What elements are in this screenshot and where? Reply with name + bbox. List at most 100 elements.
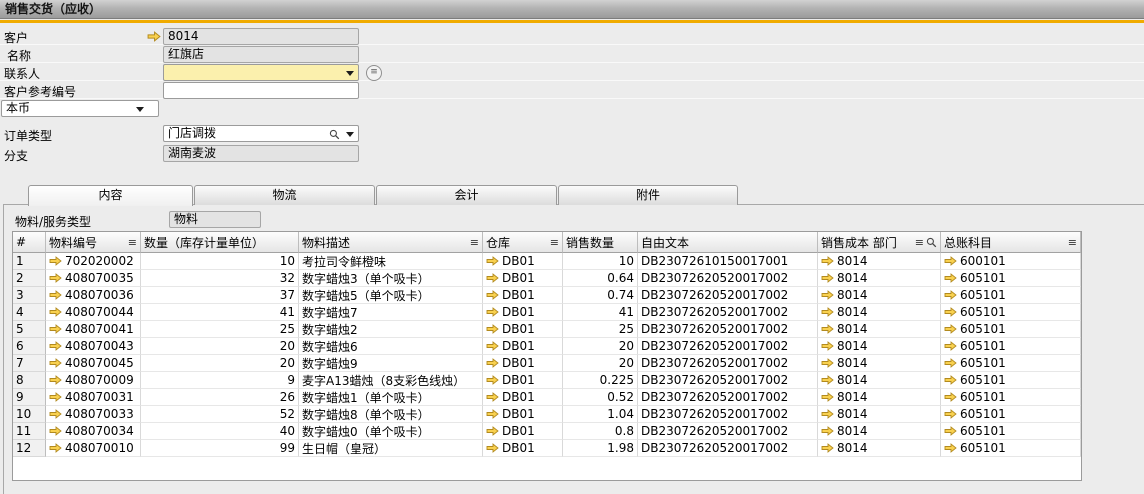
link-arrow-icon[interactable] [821,409,834,419]
name-field[interactable]: 红旗店 [163,46,359,63]
link-arrow-icon[interactable] [944,307,957,317]
order-type-field[interactable]: 门店调拨 [163,125,359,142]
cell-quantity[interactable]: 41 [141,304,299,321]
link-arrow-icon[interactable] [49,375,62,385]
cell-quantity[interactable]: 52 [141,406,299,423]
cell-item_no[interactable]: 408070010 [46,440,141,457]
link-arrow-icon[interactable] [821,307,834,317]
cell-warehouse[interactable]: DB01 [483,372,563,389]
cell-num[interactable]: 6 [13,338,46,355]
link-arrow-icon[interactable] [821,358,834,368]
currency-dropdown[interactable]: 本币 [1,100,159,117]
cell-num[interactable]: 7 [13,355,46,372]
link-arrow-icon[interactable] [486,443,499,453]
cell-item_no[interactable]: 408070045 [46,355,141,372]
link-arrow-icon[interactable] [49,341,62,351]
cell-warehouse[interactable]: DB01 [483,423,563,440]
column-header-free_text[interactable]: 自由文本 [638,232,818,253]
column-header-gl_account[interactable]: 总账科目≡ [941,232,1081,253]
link-arrow-icon[interactable] [944,409,957,419]
column-filter-icon[interactable]: ≡ [128,236,137,249]
cell-sales_qty[interactable]: 0.8 [563,423,638,440]
cell-quantity[interactable]: 26 [141,389,299,406]
link-arrow-icon[interactable] [49,392,62,402]
customer-field[interactable]: 8014 [163,28,359,45]
link-arrow-icon[interactable] [821,426,834,436]
cell-warehouse[interactable]: DB01 [483,253,563,270]
cell-item_no[interactable]: 408070044 [46,304,141,321]
cell-gl_account[interactable]: 600101 [941,253,1081,270]
cell-quantity[interactable]: 20 [141,338,299,355]
column-filter-icon[interactable]: ≡ [915,236,924,249]
link-arrow-icon[interactable] [486,426,499,436]
cell-gl_account[interactable]: 605101 [941,338,1081,355]
link-arrow-icon[interactable] [944,290,957,300]
link-arrow-icon[interactable] [49,307,62,317]
cell-department[interactable]: 8014 [818,355,941,372]
cell-gl_account[interactable]: 605101 [941,440,1081,457]
link-arrow-icon[interactable] [486,256,499,266]
cell-num[interactable]: 4 [13,304,46,321]
chevron-down-icon[interactable] [346,132,354,137]
cell-num[interactable]: 12 [13,440,46,457]
link-arrow-icon[interactable] [49,409,62,419]
cell-description[interactable]: 数字蜡烛1（单个吸卡） [299,389,483,406]
link-arrow-icon[interactable] [49,324,62,334]
cell-gl_account[interactable]: 605101 [941,321,1081,338]
customer-ref-input[interactable] [163,82,359,99]
cell-department[interactable]: 8014 [818,270,941,287]
link-arrow-icon[interactable] [49,290,62,300]
link-arrow-icon[interactable] [944,443,957,453]
link-arrow-icon[interactable] [486,375,499,385]
cell-num[interactable]: 2 [13,270,46,287]
cell-department[interactable]: 8014 [818,372,941,389]
cell-sales_qty[interactable]: 41 [563,304,638,321]
branch-field[interactable]: 湖南麦波 [163,145,359,162]
cell-sales_qty[interactable]: 0.225 [563,372,638,389]
cell-item_no[interactable]: 408070009 [46,372,141,389]
cell-description[interactable]: 数字蜡烛3（单个吸卡） [299,270,483,287]
chevron-down-icon[interactable] [136,107,144,112]
cell-department[interactable]: 8014 [818,321,941,338]
cell-warehouse[interactable]: DB01 [483,304,563,321]
cell-quantity[interactable]: 99 [141,440,299,457]
cell-free_text[interactable]: DB23072620520017002 [638,423,818,440]
cell-item_no[interactable]: 408070043 [46,338,141,355]
cell-num[interactable]: 11 [13,423,46,440]
contact-dropdown[interactable] [163,64,359,81]
link-arrow-icon[interactable] [944,375,957,385]
search-icon[interactable] [926,237,937,248]
cell-department[interactable]: 8014 [818,253,941,270]
cell-item_no[interactable]: 408070036 [46,287,141,304]
cell-sales_qty[interactable]: 20 [563,338,638,355]
cell-description[interactable]: 麦字A13蜡烛（8支彩色线烛） [299,372,483,389]
cell-free_text[interactable]: DB23072620520017002 [638,304,818,321]
link-arrow-icon[interactable] [944,273,957,283]
cell-warehouse[interactable]: DB01 [483,389,563,406]
cell-gl_account[interactable]: 605101 [941,389,1081,406]
link-arrow-icon[interactable] [944,256,957,266]
column-filter-icon[interactable]: ≡ [1068,236,1077,249]
cell-sales_qty[interactable]: 1.04 [563,406,638,423]
cell-description[interactable]: 数字蜡烛5（单个吸卡） [299,287,483,304]
cell-item_no[interactable]: 408070034 [46,423,141,440]
cell-description[interactable]: 数字蜡烛7 [299,304,483,321]
item-service-type-field[interactable]: 物料 [169,211,261,228]
cell-free_text[interactable]: DB23072620520017002 [638,389,818,406]
cell-free_text[interactable]: DB23072620520017002 [638,270,818,287]
column-filter-icon[interactable]: ≡ [550,236,559,249]
chevron-down-icon[interactable] [346,71,354,76]
cell-department[interactable]: 8014 [818,389,941,406]
cell-num[interactable]: 3 [13,287,46,304]
cell-quantity[interactable]: 37 [141,287,299,304]
cell-sales_qty[interactable]: 25 [563,321,638,338]
customer-link-arrow-icon[interactable] [147,31,161,42]
column-header-description[interactable]: 物料描述≡ [299,232,483,253]
cell-warehouse[interactable]: DB01 [483,270,563,287]
cell-department[interactable]: 8014 [818,406,941,423]
cell-gl_account[interactable]: 605101 [941,372,1081,389]
cell-description[interactable]: 考拉司令鲜橙味 [299,253,483,270]
search-icon[interactable] [329,129,340,140]
link-arrow-icon[interactable] [821,341,834,351]
link-arrow-icon[interactable] [821,443,834,453]
